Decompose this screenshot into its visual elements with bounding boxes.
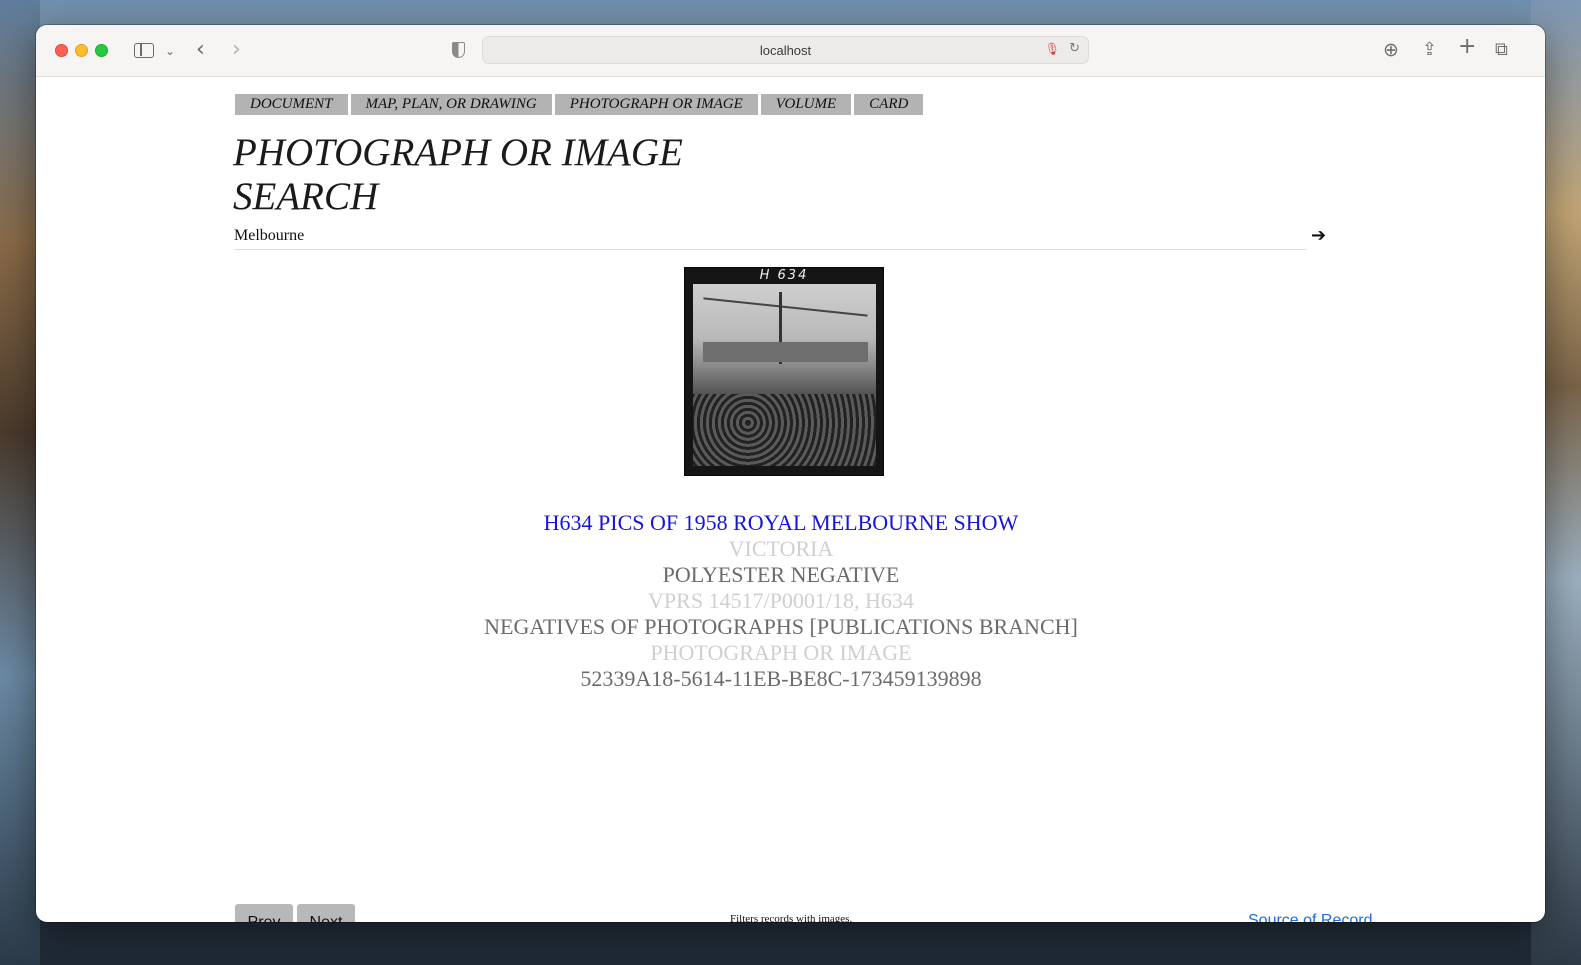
plus-icon[interactable]: + — [1458, 36, 1476, 58]
chevron-down-icon[interactable]: ⌄ — [165, 40, 175, 62]
record-location: VICTORIA — [728, 536, 834, 561]
search-input[interactable] — [234, 223, 1306, 248]
photo-crowd — [693, 394, 876, 466]
next-button[interactable]: Next — [297, 904, 355, 922]
record-type-tabs: DOCUMENT MAP, PLAN, OR DRAWING PHOTOGRAP… — [235, 94, 924, 115]
shield-icon[interactable] — [452, 42, 465, 58]
thumbnail-code: H 634 — [759, 268, 809, 283]
tab-volume[interactable]: VOLUME — [760, 94, 852, 115]
browser-toolbar: ⌄ ‹ › localhost 🎙 ↻ ⊕ ⇪ + ⧉ — [36, 25, 1545, 77]
photo-grandstand — [703, 342, 868, 362]
sidebar-icon[interactable] — [134, 43, 154, 58]
forward-arrow-icon[interactable]: › — [232, 39, 241, 61]
maximize-window-button[interactable] — [95, 44, 108, 57]
page-title: PHOTOGRAPH OR IMAGE SEARCH — [233, 131, 683, 218]
record-format: POLYESTER NEGATIVE — [662, 562, 900, 587]
photo-wire — [703, 297, 868, 317]
record-details: H634 PICS OF 1958 ROYAL MELBOURNE SHOW V… — [36, 510, 1526, 692]
record-series: NEGATIVES OF PHOTOGRAPHS [PUBLICATIONS B… — [484, 614, 1078, 639]
back-arrow-icon[interactable]: ‹ — [196, 39, 205, 61]
url-text: localhost — [759, 43, 812, 58]
reload-icon[interactable]: ↻ — [1069, 41, 1080, 56]
search-row — [234, 223, 1306, 250]
minimize-window-button[interactable] — [75, 44, 88, 57]
record-title-link[interactable]: H634 PICS OF 1958 ROYAL MELBOURNE SHOW — [36, 510, 1526, 536]
tab-photograph-or-image[interactable]: PHOTOGRAPH OR IMAGE — [554, 94, 758, 115]
record-category: PHOTOGRAPH OR IMAGE — [650, 640, 912, 665]
microphone-icon[interactable]: 🎙 — [1045, 42, 1060, 56]
page-content: DOCUMENT MAP, PLAN, OR DRAWING PHOTOGRAP… — [36, 77, 1545, 922]
record-identifier: 52339A18-5614-11EB-BE8C-173459139898 — [580, 666, 982, 691]
record-citation: VPRS 14517/P0001/18, H634 — [648, 588, 914, 613]
arrow-right-icon[interactable]: ➔ — [1311, 225, 1326, 246]
tab-map-plan-drawing[interactable]: MAP, PLAN, OR DRAWING — [350, 94, 552, 115]
source-of-record-link[interactable]: Source of Record — [1248, 912, 1373, 922]
address-bar[interactable]: localhost 🎙 ↻ — [482, 36, 1089, 64]
filter-note: Filters records with images. — [730, 913, 853, 922]
record-thumbnail[interactable]: H 634 — [684, 267, 884, 476]
tab-overview-icon[interactable]: ⧉ — [1495, 39, 1508, 61]
download-icon[interactable]: ⊕ — [1383, 39, 1399, 61]
tab-card[interactable]: CARD — [854, 94, 924, 115]
desktop-wallpaper-left — [0, 0, 40, 965]
prev-button[interactable]: Prev — [235, 904, 293, 922]
browser-window: ⌄ ‹ › localhost 🎙 ↻ ⊕ ⇪ + ⧉ DOCUMENT MAP… — [36, 25, 1545, 922]
tab-document[interactable]: DOCUMENT — [235, 94, 348, 115]
share-icon[interactable]: ⇪ — [1422, 39, 1437, 61]
close-window-button[interactable] — [55, 44, 68, 57]
thumbnail-photo — [693, 284, 876, 466]
